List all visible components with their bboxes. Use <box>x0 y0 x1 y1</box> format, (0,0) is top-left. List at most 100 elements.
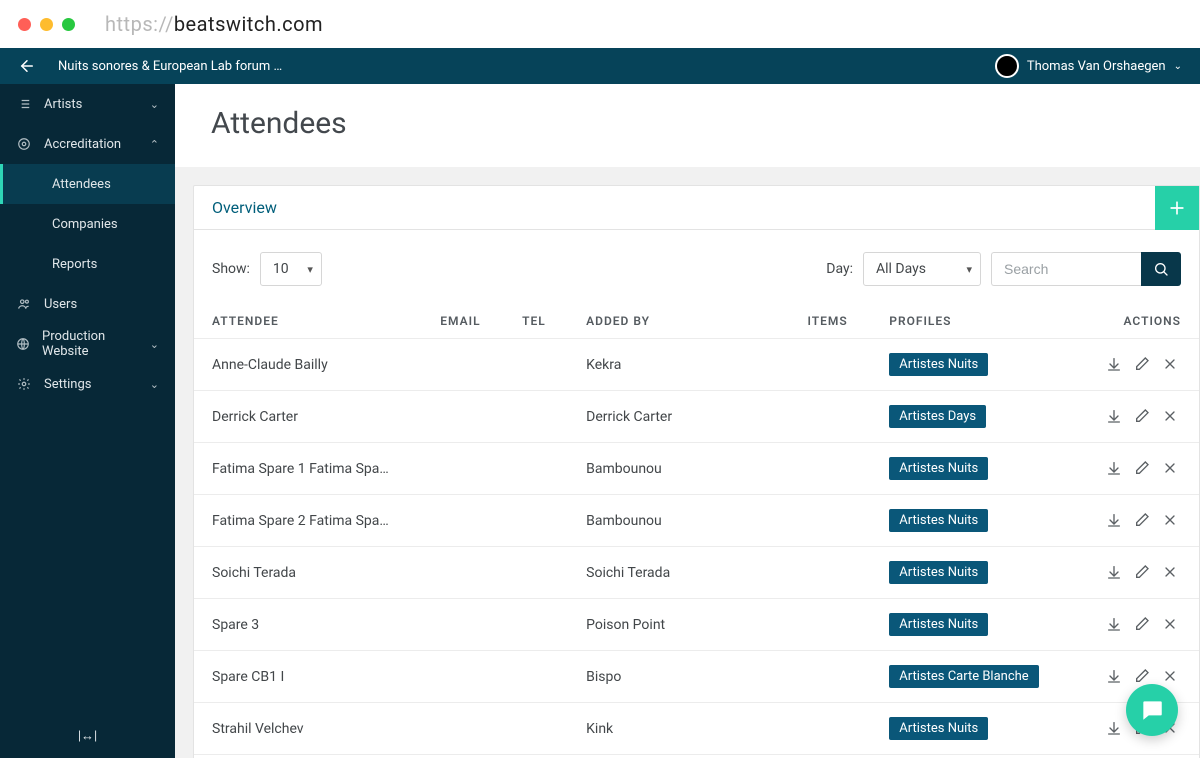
show-select[interactable]: 10 <box>260 252 322 286</box>
download-icon[interactable] <box>1103 353 1125 375</box>
edit-icon[interactable] <box>1131 561 1153 583</box>
delete-icon[interactable] <box>1159 457 1181 479</box>
sidebar-item-users[interactable]: Users <box>0 284 175 324</box>
profile-badge[interactable]: Artistes Carte Blanche <box>889 665 1038 688</box>
sidebar-collapse-toggle[interactable]: |↔| <box>0 714 175 758</box>
day-label: Day: <box>826 261 853 277</box>
window-close-dot[interactable] <box>18 18 31 31</box>
avatar <box>995 54 1019 78</box>
sidebar-sub-companies[interactable]: Companies <box>0 204 175 244</box>
download-icon[interactable] <box>1103 717 1125 739</box>
profile-badge[interactable]: Artistes Nuits <box>889 353 988 376</box>
cell-profiles: Artistes Nuits <box>871 495 1070 547</box>
window-min-dot[interactable] <box>40 18 53 31</box>
url-protocol: https:// <box>105 12 174 36</box>
cell-email <box>422 651 504 703</box>
sidebar-item-settings[interactable]: Settings ⌄ <box>0 364 175 404</box>
cell-actions <box>1070 443 1199 495</box>
profile-badge[interactable]: Artistes Nuits <box>889 509 988 532</box>
chevron-down-icon: ⌄ <box>150 338 159 351</box>
cell-attendee: Strahil Velchev <box>194 703 422 755</box>
sidebar-sub-reports[interactable]: Reports <box>0 244 175 284</box>
col-tel[interactable]: TEL <box>504 304 568 339</box>
cell-actions <box>1070 599 1199 651</box>
col-profiles[interactable]: PROFILES <box>871 304 1070 339</box>
cell-profiles: Artistes Nuits <box>871 599 1070 651</box>
users-icon <box>16 297 32 311</box>
download-icon[interactable] <box>1103 561 1125 583</box>
cell-added-by: Bambounou <box>568 495 789 547</box>
table-row: Fatima Spare 2 Fatima Spa… Bambounou Artis… <box>194 495 1199 547</box>
cell-actions <box>1070 495 1199 547</box>
cell-items <box>789 547 871 599</box>
cell-items <box>789 339 871 391</box>
table-row: Anne-Claude BaillyKekraArtistes Nuits <box>194 339 1199 391</box>
profile-badge[interactable]: Artistes Nuits <box>889 613 988 636</box>
profile-badge[interactable]: Artistes Nuits <box>889 561 988 584</box>
download-icon[interactable] <box>1103 665 1125 687</box>
browser-url[interactable]: https://beatswitch.com <box>105 12 323 36</box>
cell-actions <box>1070 339 1199 391</box>
cell-added-by: Poison Point <box>568 599 789 651</box>
sidebar-item-artists[interactable]: Artists ⌄ <box>0 84 175 124</box>
user-menu[interactable]: Thomas Van Orshaegen ⌄ <box>995 54 1182 78</box>
edit-icon[interactable] <box>1131 457 1153 479</box>
show-value: 10 <box>273 261 289 277</box>
chat-icon <box>1139 697 1165 723</box>
cell-added-by: Soichi Terada <box>568 547 789 599</box>
delete-icon[interactable] <box>1159 353 1181 375</box>
sidebar-item-production-website[interactable]: Production Website ⌄ <box>0 324 175 364</box>
day-select[interactable]: All Days <box>863 252 981 286</box>
chat-launcher[interactable] <box>1126 684 1178 736</box>
cell-added-by: INFINE 10 YEARS <box>568 755 789 758</box>
delete-icon[interactable] <box>1159 665 1181 687</box>
cell-items <box>789 391 871 443</box>
cell-added-by: Bispo <box>568 651 789 703</box>
sidebar-item-label: Companies <box>52 217 118 232</box>
delete-icon[interactable] <box>1159 509 1181 531</box>
back-arrow-icon[interactable] <box>18 57 36 75</box>
table-row: Derrick CarterDerrick CarterArtistes Day… <box>194 391 1199 443</box>
table-row: Soichi Terada Soichi Terada Artistes Nuits <box>194 547 1199 599</box>
col-email[interactable]: EMAIL <box>422 304 504 339</box>
edit-icon[interactable] <box>1131 509 1153 531</box>
collapse-icon: |↔| <box>78 729 97 744</box>
download-icon[interactable] <box>1103 509 1125 531</box>
chevron-up-icon: ⌃ <box>150 138 159 151</box>
profile-badge[interactable]: Artistes Nuits <box>889 457 988 480</box>
download-icon[interactable] <box>1103 405 1125 427</box>
cell-attendee: Soichi Terada <box>194 547 422 599</box>
cell-tel <box>504 651 568 703</box>
app-topbar: Nuits sonores & European Lab forum … Tho… <box>0 48 1200 84</box>
cell-attendee: Fatima Spare 1 Fatima Spa… <box>194 443 422 495</box>
window-zoom-dot[interactable] <box>62 18 75 31</box>
col-added-by[interactable]: ADDED BY <box>568 304 789 339</box>
delete-icon[interactable] <box>1159 561 1181 583</box>
badge-icon <box>16 137 32 151</box>
download-icon[interactable] <box>1103 457 1125 479</box>
chevron-down-icon: ⌄ <box>150 98 159 111</box>
table-row: Spare 3Poison PointArtistes Nuits <box>194 599 1199 651</box>
col-items[interactable]: ITEMS <box>789 304 871 339</box>
edit-icon[interactable] <box>1131 353 1153 375</box>
cell-items <box>789 703 871 755</box>
search-input[interactable] <box>991 252 1141 286</box>
download-icon[interactable] <box>1103 613 1125 635</box>
search-button[interactable] <box>1141 252 1181 286</box>
delete-icon[interactable] <box>1159 613 1181 635</box>
profile-badge[interactable]: Artistes Nuits <box>889 717 988 740</box>
edit-icon[interactable] <box>1131 613 1153 635</box>
cell-attendee: Fatima Spare 2 Fatima Spa… <box>194 495 422 547</box>
overview-panel: Overview Show: 10 Day: All Days <box>193 185 1200 758</box>
cell-tel <box>504 443 568 495</box>
delete-icon[interactable] <box>1159 405 1181 427</box>
add-attendee-button[interactable] <box>1155 186 1199 230</box>
col-actions: ACTIONS <box>1070 304 1199 339</box>
attendees-table: ATTENDEE EMAIL TEL ADDED BY ITEMS PROFIL… <box>194 304 1199 758</box>
sidebar-item-accreditation[interactable]: Accreditation ⌃ <box>0 124 175 164</box>
edit-icon[interactable] <box>1131 405 1153 427</box>
sidebar-sub-attendees[interactable]: Attendees <box>0 164 175 204</box>
col-attendee[interactable]: ATTENDEE <box>194 304 422 339</box>
panel-title: Overview <box>212 198 277 217</box>
profile-badge[interactable]: Artistes Days <box>889 405 986 428</box>
